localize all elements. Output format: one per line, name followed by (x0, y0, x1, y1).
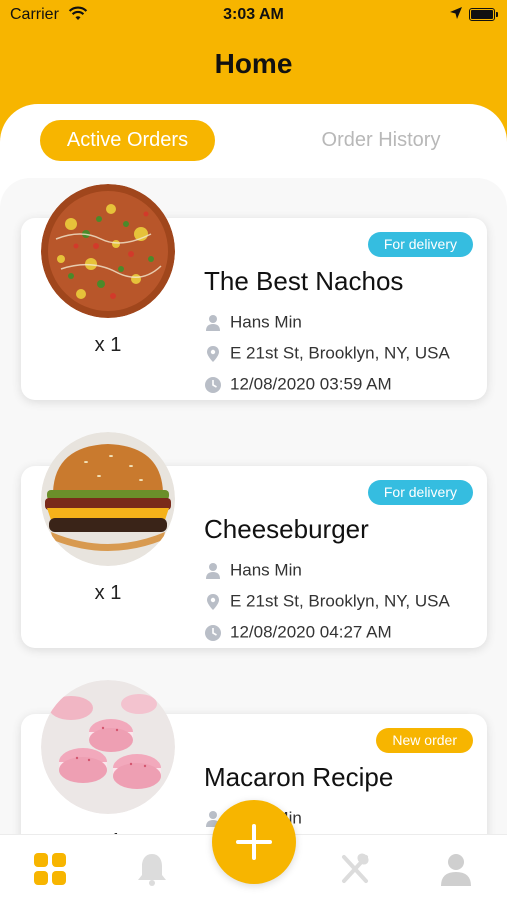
quantity-label: x 1 (94, 334, 122, 356)
bell-icon[interactable] (134, 851, 174, 887)
customer-row: Hans Min (204, 559, 302, 581)
status-bar: Carrier 3:03 AM (0, 0, 507, 32)
tab-active-orders[interactable]: Active Orders (40, 120, 215, 161)
add-order-button[interactable] (212, 800, 296, 884)
order-tabs: Active Orders Order History (0, 120, 507, 162)
datetime-text: 12/08/2020 04:27 AM (230, 622, 392, 642)
address-row: E 21st St, Brooklyn, NY, USA (204, 590, 450, 612)
status-badge: For delivery (367, 480, 473, 505)
clock: 3:03 AM (223, 6, 284, 23)
order-title: Cheeseburger (204, 514, 369, 544)
map-pin-icon (204, 345, 222, 363)
order-card[interactable]: x 1 For delivery Cheeseburger Hans Min E… (21, 432, 487, 648)
status-badge: For delivery (367, 232, 473, 257)
food-image-macaron (41, 680, 175, 814)
food-image-cheeseburger (41, 432, 175, 566)
order-list: x 1 For delivery The Best Nachos Hans Mi… (0, 178, 507, 838)
order-card[interactable]: x 1 For delivery The Best Nachos Hans Mi… (21, 184, 487, 400)
tab-order-history[interactable]: Order History (298, 120, 464, 161)
order-title: The Best Nachos (204, 266, 404, 296)
customer-name: Hans Min (230, 312, 302, 332)
order-title: Macaron Recipe (204, 762, 394, 792)
user-icon (204, 562, 222, 580)
customer-name: Hans Min (230, 560, 302, 580)
map-pin-icon (204, 593, 222, 611)
clock-icon (204, 624, 222, 642)
address-row: E 21st St, Brooklyn, NY, USA (204, 342, 450, 364)
utensils-icon[interactable] (336, 851, 376, 887)
user-icon[interactable] (438, 851, 478, 887)
customer-row: Hans Min (204, 311, 302, 333)
datetime-row: 12/08/2020 03:59 AM (204, 373, 392, 395)
status-badge: New order (376, 728, 473, 753)
user-icon (204, 314, 222, 332)
clock-icon (204, 376, 222, 394)
quantity-label: x 1 (94, 582, 122, 604)
address-text: E 21st St, Brooklyn, NY, USA (230, 591, 450, 611)
address-text: E 21st St, Brooklyn, NY, USA (230, 343, 450, 363)
grid-icon[interactable] (32, 851, 72, 887)
battery-icon (469, 8, 498, 21)
page-title: Home (214, 48, 293, 79)
datetime-row: 12/08/2020 04:27 AM (204, 621, 392, 643)
location-arrow-icon (449, 6, 463, 25)
food-image-nachos (41, 184, 175, 318)
plus-icon (212, 800, 296, 884)
datetime-text: 12/08/2020 03:59 AM (230, 374, 392, 394)
